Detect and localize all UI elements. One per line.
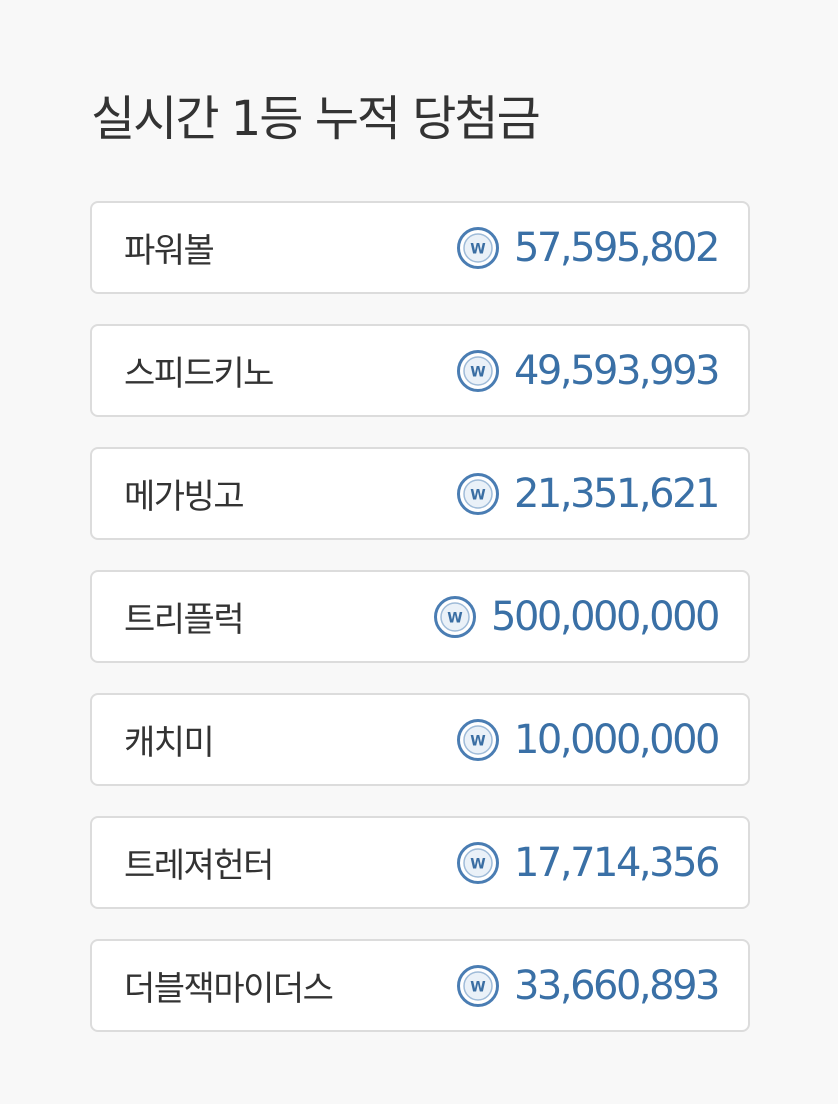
jackpot-row[interactable]: 더블잭마이더스 W 33,660,893	[90, 939, 750, 1032]
jackpot-amount-group: W 33,660,893	[456, 962, 721, 1009]
won-coin-icon: W	[433, 595, 477, 639]
jackpot-amount-group: W 21,351,621	[456, 470, 721, 517]
game-name: 트리플럭	[124, 600, 245, 640]
jackpot-amount-group: W 57,595,802	[456, 224, 721, 271]
jackpot-amount-group: W 17,714,356	[456, 839, 721, 886]
jackpot-amount: 49,593,993	[513, 347, 721, 394]
won-coin-icon: W	[456, 226, 500, 270]
jackpot-row[interactable]: 트리플럭 W 500,000,000	[90, 570, 750, 663]
jackpot-amount: 57,595,802	[513, 224, 721, 271]
jackpot-amount: 500,000,000	[491, 593, 720, 640]
jackpot-amount: 33,660,893	[513, 962, 721, 1009]
jackpot-amount: 17,714,356	[513, 839, 721, 886]
svg-text:W: W	[470, 856, 485, 872]
jackpot-row[interactable]: 메가빙고 W 21,351,621	[90, 447, 750, 540]
jackpot-amount-group: W 500,000,000	[433, 593, 720, 640]
jackpot-amount-group: W 10,000,000	[456, 716, 721, 763]
won-coin-icon: W	[456, 349, 500, 393]
svg-text:W: W	[470, 733, 485, 749]
jackpot-row[interactable]: 스피드키노 W 49,593,993	[90, 324, 750, 417]
jackpot-list: 파워볼 W 57,595,802 스피드키노 W 49,593,993 메가빙고 W 21,35…	[90, 201, 750, 1062]
jackpot-row[interactable]: 트레져헌터 W 17,714,356	[90, 816, 750, 909]
svg-text:W: W	[447, 610, 462, 626]
svg-text:W: W	[470, 487, 485, 503]
game-name: 캐치미	[124, 723, 215, 763]
jackpot-amount-group: W 49,593,993	[456, 347, 721, 394]
svg-text:W: W	[470, 979, 485, 995]
game-name: 트레져헌터	[124, 846, 274, 886]
svg-text:W: W	[470, 241, 485, 257]
game-name: 스피드키노	[124, 354, 274, 394]
game-name: 파워볼	[124, 231, 215, 271]
won-coin-icon: W	[456, 472, 500, 516]
jackpot-amount: 10,000,000	[513, 716, 721, 763]
jackpot-row[interactable]: 캐치미 W 10,000,000	[90, 693, 750, 786]
jackpot-row[interactable]: 파워볼 W 57,595,802	[90, 201, 750, 294]
won-coin-icon: W	[456, 841, 500, 885]
jackpot-panel: 실시간 1등 누적 당첨금 파워볼 W 57,595,802 스피드키노 W 49,593…	[0, 0, 838, 1104]
won-coin-icon: W	[456, 718, 500, 762]
page-title: 실시간 1등 누적 당첨금	[91, 91, 541, 147]
won-coin-icon: W	[456, 964, 500, 1008]
svg-text:W: W	[470, 364, 485, 380]
game-name: 더블잭마이더스	[124, 969, 334, 1009]
jackpot-amount: 21,351,621	[513, 470, 721, 517]
game-name: 메가빙고	[124, 477, 245, 517]
